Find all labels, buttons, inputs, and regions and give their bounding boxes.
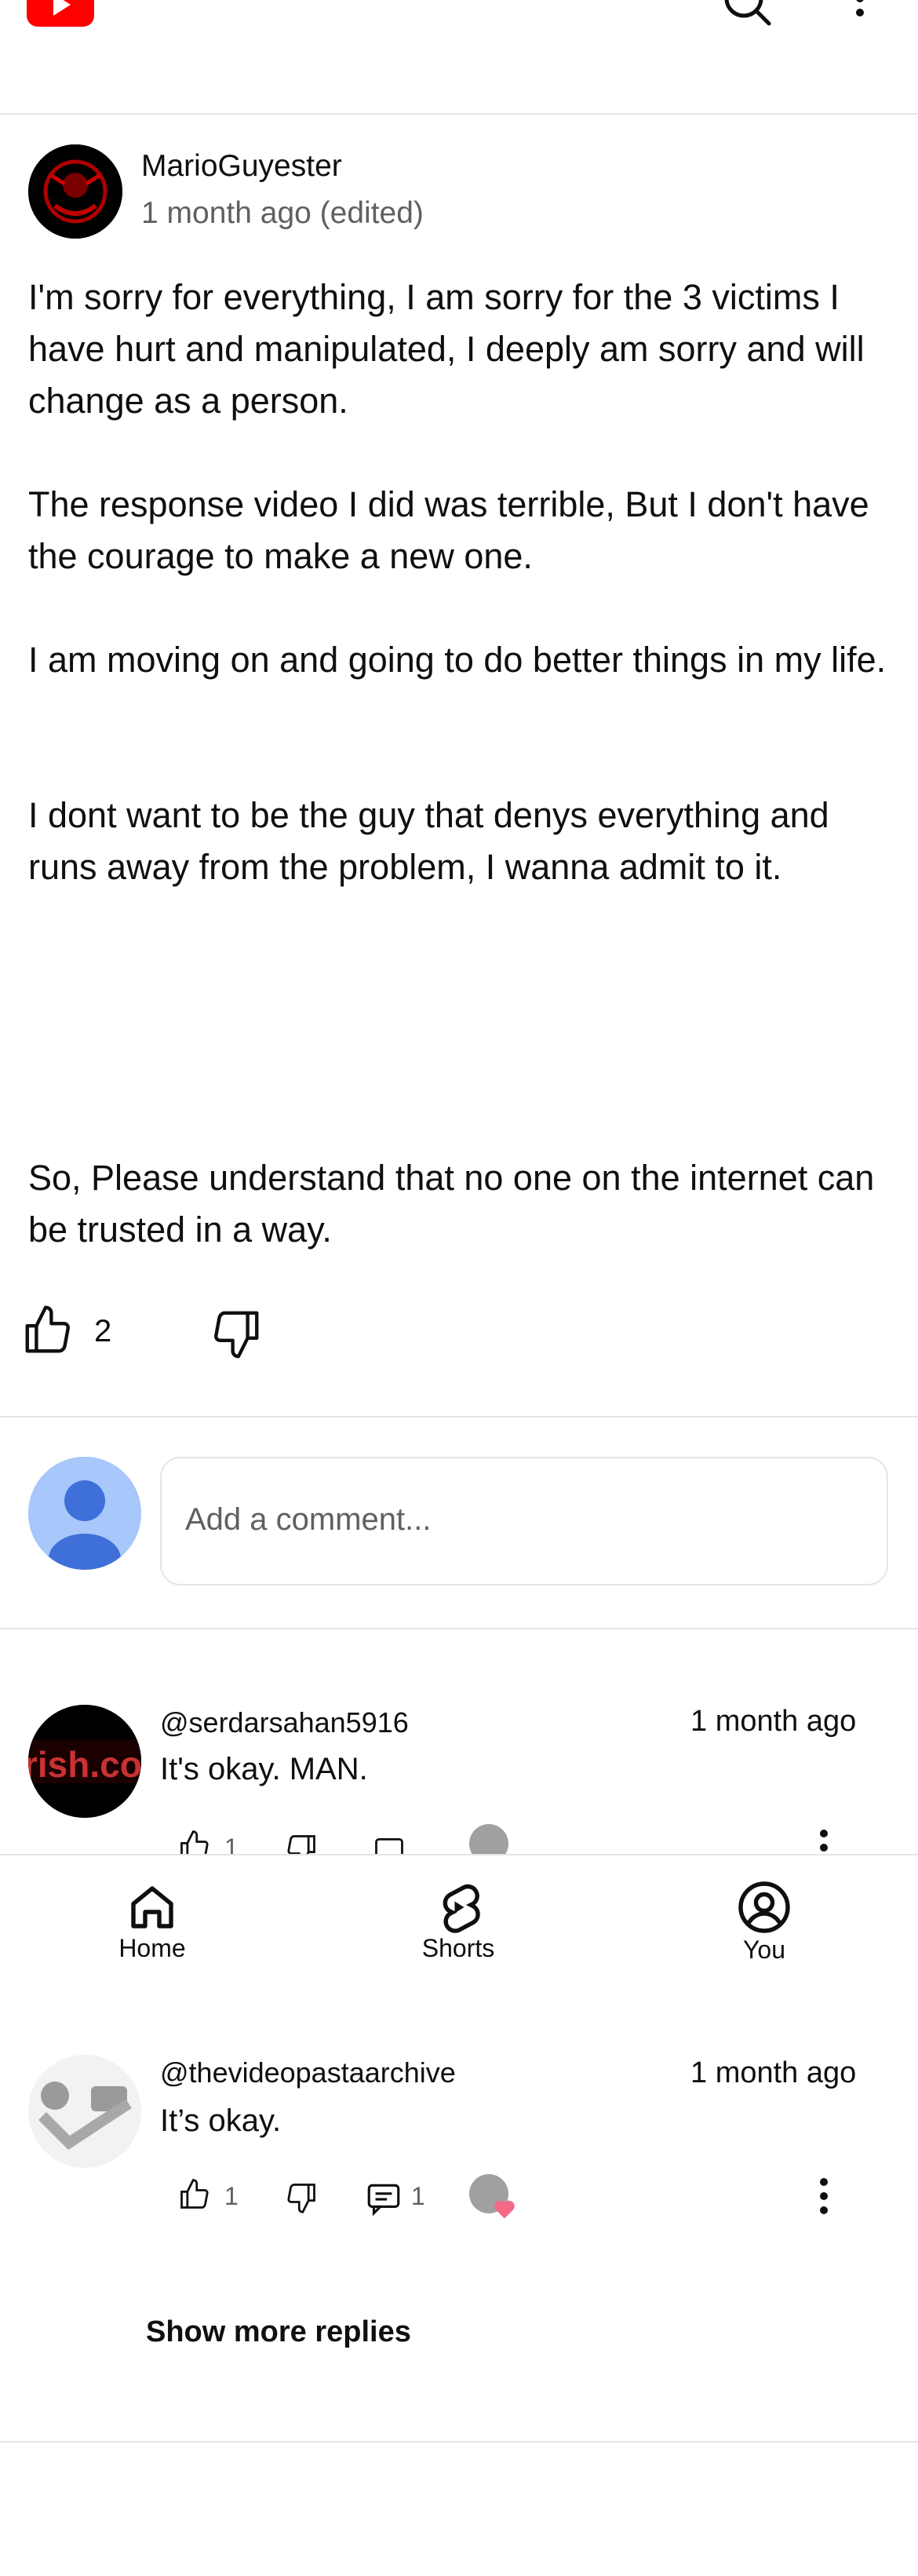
nav-you-label: You	[743, 1936, 785, 1964]
add-comment-input[interactable]: Add a comment...	[160, 1457, 888, 1585]
divider	[0, 1416, 918, 1418]
post-paragraph: I'm sorry for everything, I am sorry for…	[28, 277, 865, 421]
nav-home[interactable]: Home	[74, 1855, 231, 1973]
account-icon	[738, 1881, 790, 1933]
bottom-navigation: Home Shorts You	[0, 1854, 918, 1973]
divider	[0, 1628, 918, 1629]
more-vert-icon[interactable]	[849, 0, 871, 31]
thumb-up-icon[interactable]	[177, 2177, 212, 2212]
shorts-icon	[443, 1884, 480, 1933]
user-silhouette-icon	[28, 1457, 141, 1570]
post-timestamp: 1 month ago (edited)	[141, 196, 424, 230]
commenter-avatar[interactable]	[28, 2055, 141, 2168]
add-comment-placeholder: Add a comment...	[185, 1502, 432, 1537]
more-vert-icon[interactable]	[813, 2176, 835, 2220]
author-name[interactable]: MarioGuyester	[141, 149, 342, 184]
post-paragraph: So, Please understand that no one on the…	[28, 1158, 875, 1250]
show-more-replies-button[interactable]: Show more replies	[146, 2315, 411, 2349]
user-avatar	[28, 1457, 141, 1570]
avatar-logo-text: rish.co	[28, 1744, 141, 1785]
youtube-logo-icon[interactable]	[27, 0, 94, 27]
avatar-image	[28, 144, 122, 239]
nav-shorts[interactable]: Shorts	[380, 1855, 537, 1973]
nav-you[interactable]: You	[686, 1855, 843, 1973]
avatar[interactable]	[28, 144, 122, 239]
thumb-up-icon[interactable]	[20, 1303, 75, 1358]
commenter-avatar[interactable]: rish.co	[28, 1705, 141, 1818]
divider	[0, 113, 918, 115]
nav-home-label: Home	[118, 1934, 186, 1962]
comment-timestamp: 1 month ago	[690, 1705, 857, 1738]
comment-like-count: 1	[224, 2182, 239, 2210]
avatar-image: rish.co	[28, 1705, 141, 1818]
post-paragraph: I am moving on and going to do better th…	[28, 640, 887, 680]
like-count: 2	[94, 1314, 112, 1348]
comment-author[interactable]: @thevideopastaarchive	[160, 2056, 456, 2089]
thumb-down-icon[interactable]	[284, 2180, 319, 2215]
post-paragraph: I dont want to be the guy that denys eve…	[28, 795, 829, 887]
comment-text: It's okay. MAN.	[160, 1752, 368, 1786]
comment-text: It’s okay.	[160, 2103, 282, 2138]
reply-icon[interactable]	[364, 2179, 403, 2218]
comment-timestamp: 1 month ago	[690, 2056, 857, 2089]
reply-count: 1	[411, 2182, 425, 2210]
avatar-image	[28, 2055, 141, 2168]
comment-author[interactable]: @serdarsahan5916	[160, 1706, 409, 1739]
nav-shorts-label: Shorts	[421, 1934, 495, 1962]
divider	[0, 2441, 918, 2443]
heart-icon	[494, 2200, 515, 2219]
search-icon[interactable]	[722, 0, 772, 27]
thumb-down-icon[interactable]	[209, 1306, 264, 1361]
post-paragraph: The response video I did was terrible, B…	[28, 484, 869, 576]
home-icon	[131, 1886, 173, 1928]
